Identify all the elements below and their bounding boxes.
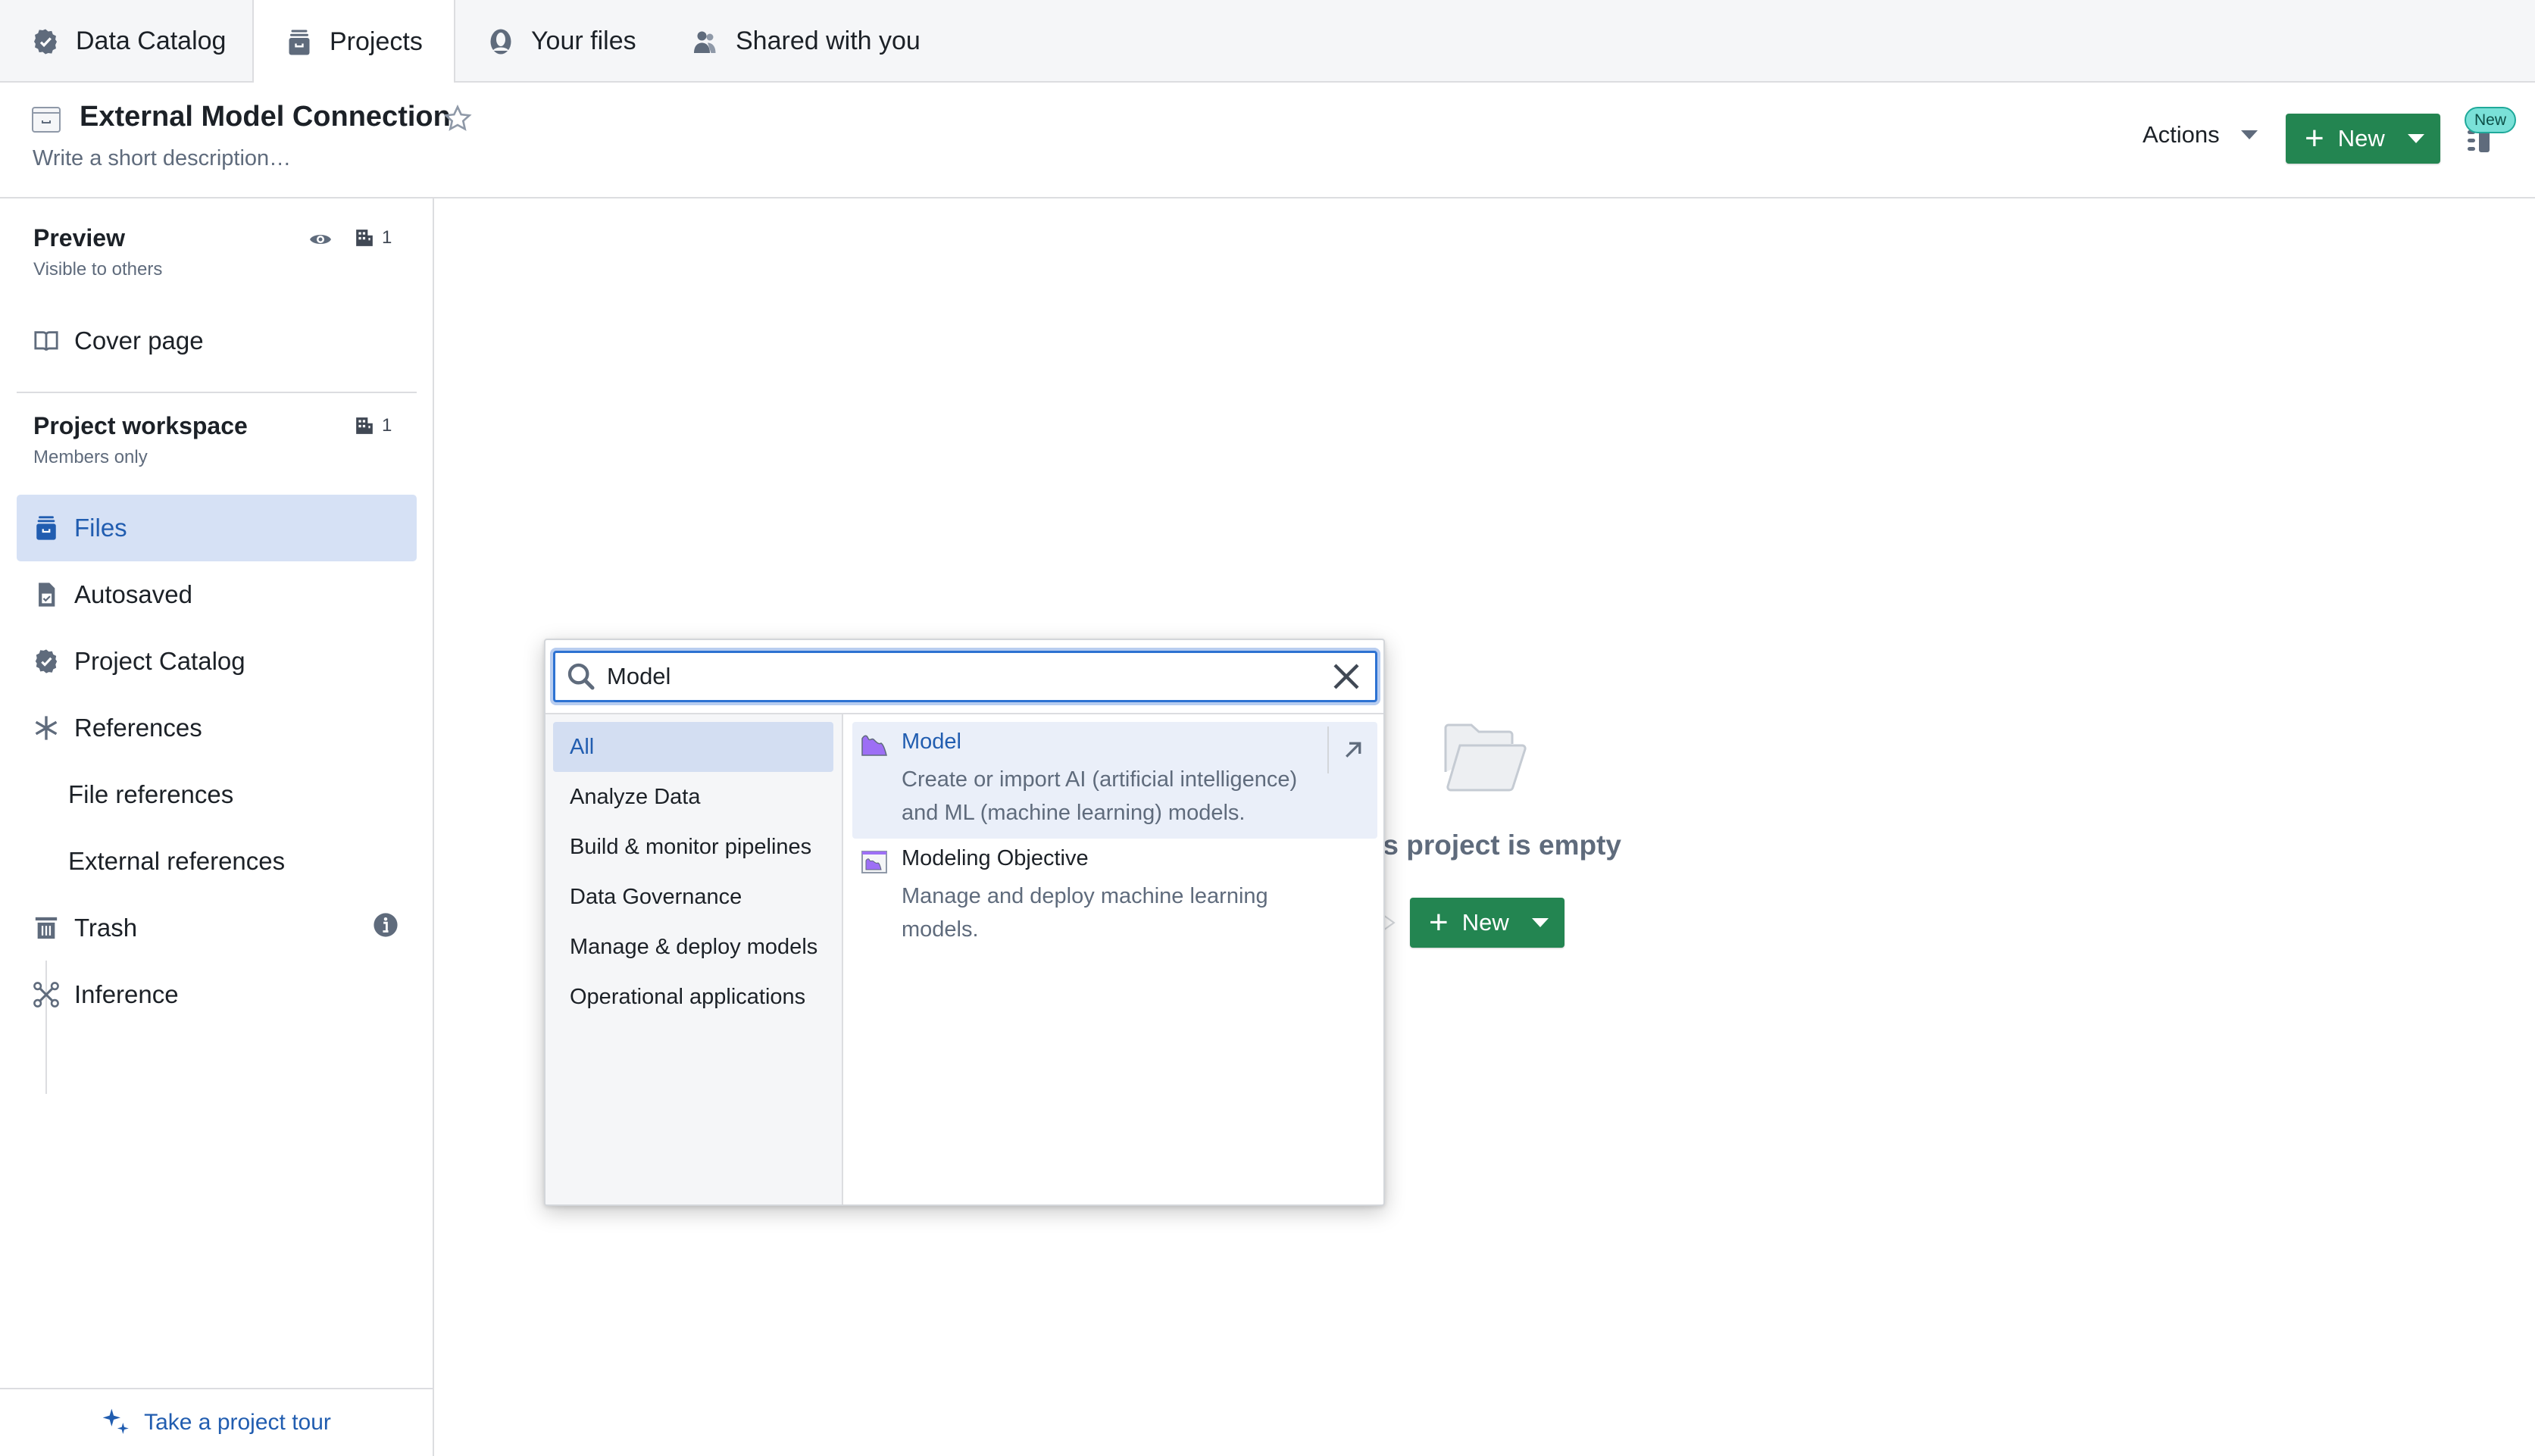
trash-icon (35, 917, 58, 939)
tab-label: Projects (330, 27, 423, 56)
preview-subtitle: Visible to others (33, 259, 163, 280)
modeling-objective-icon (861, 851, 887, 873)
search-field[interactable] (553, 651, 1377, 702)
favorite-star-icon[interactable] (442, 104, 473, 134)
result-title: Model (902, 730, 961, 754)
verified-badge-icon (34, 29, 57, 54)
nav-label: Project Catalog (74, 647, 245, 675)
tab-projects[interactable]: Projects (252, 0, 455, 84)
tab-label: Data Catalog (76, 27, 227, 55)
result-item-model[interactable]: Model Create or import AI (artificial in… (852, 722, 1377, 839)
sidebar-item-inference[interactable]: Inference (17, 961, 417, 1028)
close-icon[interactable] (1331, 661, 1361, 692)
plus-icon: + (1429, 904, 1449, 941)
organization-count[interactable]: 1 (355, 415, 392, 436)
nav-label: References (74, 714, 202, 742)
new-button[interactable]: + New (2286, 114, 2440, 164)
project-box-icon (32, 107, 61, 133)
sidebar-item-project-catalog[interactable]: Project Catalog (17, 628, 417, 695)
preview-heading: Preview (33, 224, 125, 252)
project-tour-link[interactable]: Take a project tour (0, 1388, 433, 1456)
graph-nodes-icon (33, 982, 59, 1008)
tab-label: Shared with you (736, 27, 921, 55)
arrow-top-right-icon (1346, 742, 1361, 758)
workspace-heading: Project workspace (33, 412, 248, 439)
category-all[interactable]: All (553, 722, 833, 772)
empty-folder-icon (1444, 723, 1527, 792)
result-title: Modeling Objective (902, 846, 1089, 870)
empty-state-message: is project is empty (1375, 830, 1621, 861)
caret-down-icon (2407, 134, 2424, 143)
sidebar-item-external-references[interactable]: External references (68, 847, 285, 876)
search-input[interactable] (607, 663, 1321, 690)
category-build-monitor-pipelines[interactable]: Build & monitor pipelines (553, 822, 833, 872)
eye-icon[interactable] (309, 231, 332, 248)
sidebar-item-file-references[interactable]: File references (68, 780, 233, 809)
user-icon (490, 29, 511, 54)
book-icon (34, 331, 58, 351)
people-icon (694, 31, 716, 53)
category-operational-applications[interactable]: Operational applications (553, 972, 833, 1022)
description-field[interactable]: Write a short description… (33, 146, 291, 171)
org-count: 1 (382, 415, 392, 436)
category-data-governance[interactable]: Data Governance (553, 872, 833, 922)
project-sidebar: Preview 1 Visible to others Cover page P… (0, 198, 434, 1456)
result-item-modeling-objective[interactable]: Modeling Objective Manage and deploy mac… (852, 839, 1377, 955)
top-tab-bar: Data Catalog Projects Your files Shared … (0, 0, 2535, 84)
tour-label: Take a project tour (144, 1410, 331, 1435)
category-manage-deploy-models[interactable]: Manage & deploy models (553, 922, 833, 972)
actions-label: Actions (2143, 121, 2220, 148)
nav-label: Autosaved (74, 580, 192, 608)
page-title[interactable]: External Model Connection (80, 101, 451, 133)
organization-count[interactable]: 1 (355, 227, 392, 248)
caret-down-icon (2240, 130, 2258, 139)
result-description: Manage and deploy machine learning model… (902, 884, 1268, 942)
project-header: External Model Connection Write a short … (0, 83, 2535, 198)
section-divider (17, 392, 417, 393)
result-list: Model Create or import AI (artificial in… (845, 714, 1383, 1204)
document-check-icon (39, 583, 55, 607)
category-analyze-data[interactable]: Analyze Data (553, 772, 833, 822)
actions-menu-button[interactable]: Actions (2143, 121, 2258, 148)
result-description: Create or import AI (artificial intellig… (902, 767, 1298, 825)
sparkle-icon (102, 1408, 129, 1434)
tab-label: Your files (531, 27, 636, 55)
building-icon (356, 230, 373, 246)
nav-label: Inference (74, 980, 179, 1008)
plus-icon: + (2305, 120, 2324, 157)
open-in-new-button[interactable] (1327, 726, 1377, 773)
new-resource-popover: All Analyze Data Build & monitor pipelin… (544, 639, 1385, 1206)
new-button-empty-state[interactable]: + New (1410, 898, 1564, 948)
new-label: New (1461, 909, 1509, 936)
sidebar-item-files[interactable]: Files (17, 495, 417, 561)
popover-body: All Analyze Data Build & monitor pipelin… (545, 713, 1383, 1204)
archive-box-icon (289, 30, 310, 55)
nav-label: Trash (74, 914, 138, 942)
building-icon (356, 417, 373, 434)
asterisk-icon (35, 716, 58, 740)
tab-data-catalog[interactable]: Data Catalog (0, 0, 252, 83)
new-label: New (2337, 125, 2385, 152)
category-list: All Analyze Data Build & monitor pipelin… (545, 714, 843, 1204)
sidebar-item-references[interactable]: References (17, 695, 417, 761)
search-icon (567, 663, 595, 690)
workspace-subtitle: Members only (33, 447, 148, 467)
model-icon (861, 735, 887, 756)
nav-label: Files (74, 514, 127, 542)
archive-box-icon (36, 516, 56, 540)
new-feature-badge: New (2465, 107, 2516, 133)
sidebar-item-cover-page[interactable]: Cover page (17, 308, 417, 374)
tab-shared-with-you[interactable]: Shared with you (660, 0, 948, 83)
caret-down-icon (1531, 918, 1549, 927)
nav-label: Cover page (74, 327, 204, 355)
org-count: 1 (382, 227, 392, 248)
sidebar-item-autosaved[interactable]: Autosaved (17, 561, 417, 628)
verified-badge-icon (35, 649, 58, 673)
sidebar-item-trash[interactable]: Trash (17, 895, 417, 961)
tab-your-files[interactable]: Your files (455, 0, 660, 83)
